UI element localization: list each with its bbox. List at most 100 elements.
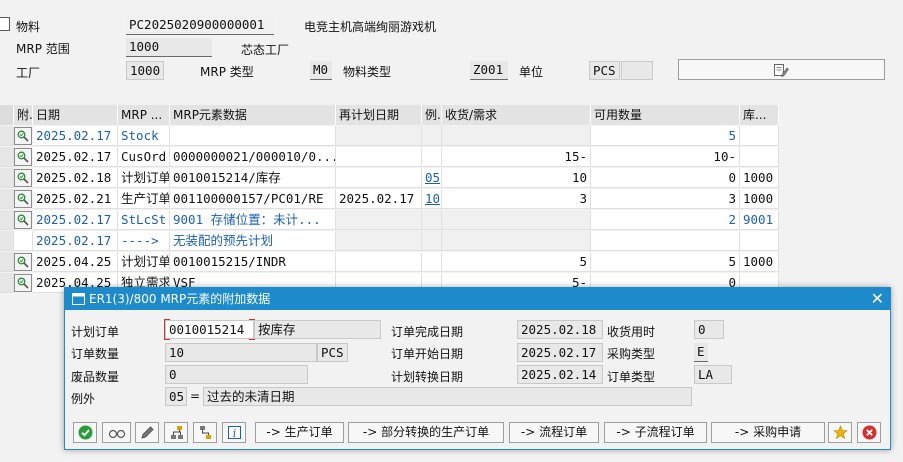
table-row[interactable]: 2025.02.18 计划订单 0010015214/库存 05 10 0 1000: [0, 168, 779, 189]
additional-data-dialog: ER1(3)/800 MRP元素的附加数据 ✕ 计划订单 0010015214 …: [64, 287, 891, 450]
plan-order-label: 计划订单: [71, 325, 120, 339]
dialog-title-bar: ER1(3)/800 MRP元素的附加数据 ✕: [65, 288, 890, 310]
cancel-button[interactable]: [857, 422, 881, 443]
col-header-reschedule-date[interactable]: 再计划日期: [336, 105, 422, 125]
gr-time-field[interactable]: 0: [694, 320, 724, 339]
cell-mrp-element: StLcSt: [118, 210, 170, 230]
exception-text: 过去的未清日期: [203, 387, 692, 406]
header-edge-icon: [0, 17, 10, 31]
cell-mrp-element-data: 0010015215/INDR: [170, 252, 336, 272]
row-selector[interactable]: [0, 147, 14, 167]
edit-button[interactable]: [135, 422, 159, 443]
table-row[interactable]: 2025.02.21 生产订单 001100000157/PC01/RE 2025.0…: [0, 189, 779, 210]
finish-date-label: 订单完成日期: [391, 325, 464, 339]
empty-icon-cell: [14, 231, 33, 251]
pencil-icon: [140, 426, 154, 439]
document-edit-icon: [774, 64, 789, 77]
element-details-icon[interactable]: [14, 148, 32, 166]
order-qty-label: 订单数量: [71, 347, 120, 361]
display-details-button[interactable]: [102, 422, 131, 443]
unit-extra-field: [621, 61, 653, 80]
plan-order-field[interactable]: 0010015214: [165, 320, 254, 339]
element-details-icon[interactable]: [14, 190, 32, 208]
col-header-exception[interactable]: 例.: [422, 105, 442, 125]
col-header-available-qty[interactable]: 可用数量: [591, 105, 740, 125]
mrp-area-field[interactable]: 1000: [126, 38, 212, 57]
col-header-storage-location[interactable]: 库...: [740, 105, 779, 125]
row-selector[interactable]: [0, 126, 14, 146]
cell-storage-location: 1000: [740, 189, 779, 209]
gr-time-label: 收货用时: [607, 325, 656, 339]
col-header-receipt-requirement[interactable]: 收货/需求: [442, 105, 591, 125]
proc-type-label: 采购类型: [607, 347, 656, 361]
cell-exception[interactable]: 10: [422, 189, 442, 209]
element-details-icon[interactable]: [14, 127, 32, 145]
row-selector[interactable]: [0, 168, 14, 188]
col-header-mrp-element[interactable]: MRP ...: [118, 105, 170, 125]
col-header-mrp-element-data[interactable]: MRP元素数据: [170, 105, 336, 125]
table-row[interactable]: 2025.02.17 StLcSt 9001 存储位置：未计... 2 9001: [0, 210, 779, 231]
row-selector[interactable]: [0, 252, 14, 272]
element-details-icon[interactable]: [14, 253, 32, 271]
element-details-icon[interactable]: [14, 274, 32, 292]
mrp-area-label: MRP 范围: [16, 42, 70, 56]
material-field[interactable]: PC2025020900000001: [126, 16, 274, 35]
plant-field[interactable]: 1000: [126, 61, 164, 80]
dialog-close-icon[interactable]: ✕: [871, 288, 884, 310]
table-row[interactable]: 2025.02.17 ----> 无装配的预先计划: [0, 231, 779, 252]
hierarchy-down-icon: [199, 426, 211, 439]
table-row[interactable]: 2025.02.17 CusOrd 0000000021/000010/0... 15…: [0, 147, 779, 168]
cell-mrp-element: 计划订单: [118, 252, 170, 272]
hierarchy-up-button[interactable]: [164, 422, 188, 443]
start-date-field[interactable]: 2025.02.17: [517, 343, 603, 362]
conv-date-field[interactable]: 2025.02.14: [517, 365, 603, 384]
material-description: 电竞主机高端绚丽游戏机: [304, 20, 437, 34]
material-label: 物料: [16, 20, 41, 34]
proc-type-field[interactable]: E: [694, 343, 708, 362]
cell-exception[interactable]: 05: [422, 168, 442, 188]
finish-date-field[interactable]: 2025.02.18: [517, 320, 603, 339]
cell-available-qty: 0: [591, 168, 740, 188]
table-row[interactable]: 2025.04.25 计划订单 0010015215/INDR 5 5 1000: [0, 252, 779, 273]
cell-mrp-element: 生产订单: [118, 189, 170, 209]
row-selector[interactable]: [0, 189, 14, 209]
order-qty-field[interactable]: 10: [165, 343, 317, 362]
plan-order-description: 按库存: [254, 320, 381, 339]
cell-storage-location: [740, 126, 779, 146]
confirm-button[interactable]: [73, 422, 97, 443]
hierarchy-down-button[interactable]: [193, 422, 217, 443]
row-selector[interactable]: [0, 210, 14, 230]
exception-code-field[interactable]: 05: [165, 387, 187, 406]
unit-field[interactable]: PCS: [589, 61, 620, 80]
table-row[interactable]: 2025.02.17 Stock 5: [0, 126, 779, 147]
material-type-field[interactable]: Z001: [470, 61, 508, 80]
cell-available-qty: 5: [591, 126, 740, 146]
row-selector[interactable]: [0, 231, 14, 251]
col-header-attachment[interactable]: 附.: [14, 105, 33, 125]
glasses-icon: [108, 429, 125, 439]
favorite-button[interactable]: [828, 422, 852, 443]
element-details-icon[interactable]: [14, 211, 32, 229]
to-purchase-requisition-button[interactable]: -> 采购申请: [711, 422, 825, 443]
cell-available-qty: 5: [591, 252, 740, 272]
to-sub-process-order-button[interactable]: -> 子流程订单: [604, 422, 707, 443]
mrp-area-description: 芯态工厂: [241, 43, 290, 57]
grid-row-selector-header[interactable]: [0, 105, 14, 125]
to-production-order-button[interactable]: -> 生产订单: [255, 422, 344, 443]
col-header-date[interactable]: 日期: [33, 105, 118, 125]
to-partially-converted-production-order-button[interactable]: -> 部分转换的生产订单: [348, 422, 504, 443]
mrp-type-field[interactable]: M0: [310, 61, 332, 80]
cell-mrp-element: Stock: [118, 126, 170, 146]
to-process-order-button[interactable]: -> 流程订单: [509, 422, 599, 443]
row-selector[interactable]: [0, 273, 14, 293]
cell-exception: [422, 210, 442, 230]
check-icon: [78, 425, 92, 440]
header-document-button[interactable]: [678, 59, 885, 80]
start-date-label: 订单开始日期: [391, 347, 464, 361]
exception-label: 例外: [71, 392, 96, 406]
element-details-icon[interactable]: [14, 169, 32, 187]
scrap-qty-field[interactable]: 0: [165, 365, 308, 384]
info-button[interactable]: i: [222, 422, 246, 443]
order-type-field[interactable]: LA: [694, 365, 732, 384]
cell-date: 2025.02.17: [33, 210, 118, 230]
